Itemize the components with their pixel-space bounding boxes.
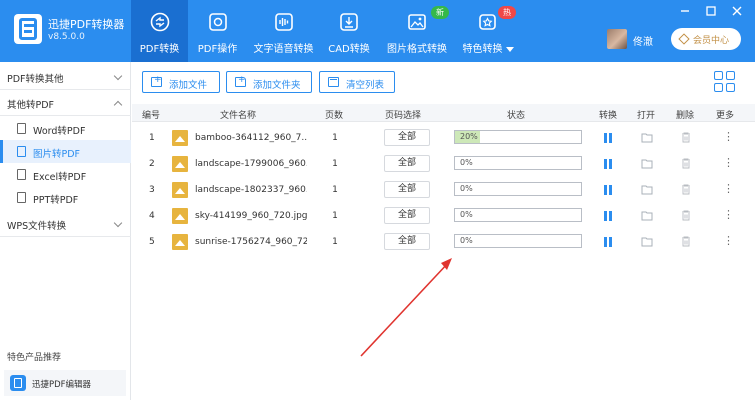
annotation-arrow bbox=[360, 258, 452, 357]
app-window: 迅捷PDF转换器 v8.5.0.0 PDF转换 PDF操作 文字语音转换 CAD… bbox=[0, 0, 755, 400]
